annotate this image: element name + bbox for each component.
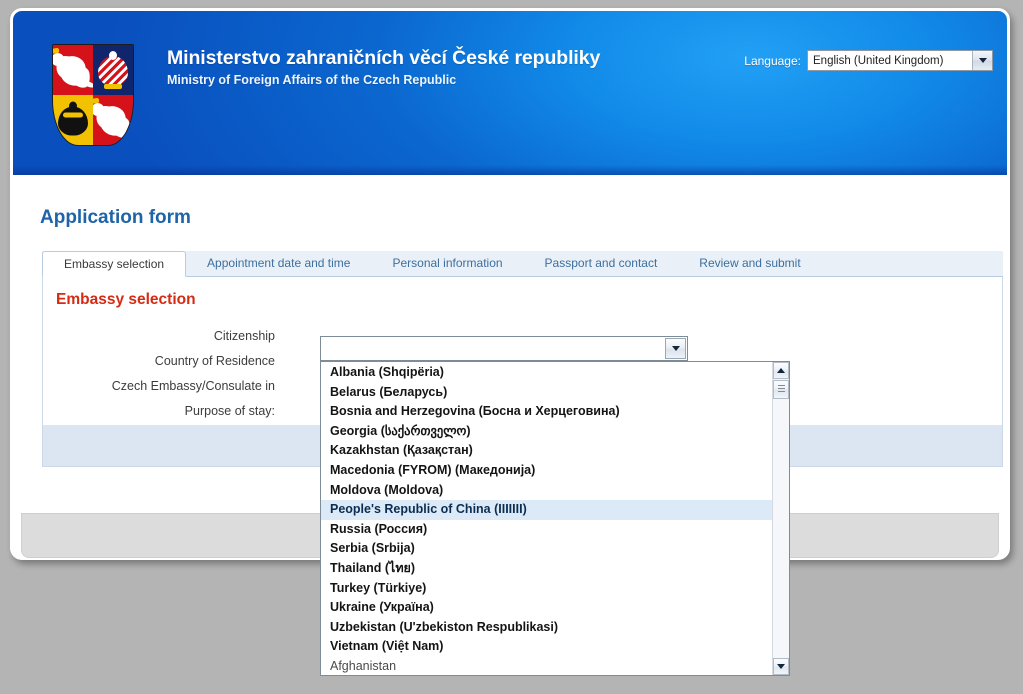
site-header: Ministerstvo zahraničních věcí České rep… — [13, 11, 1007, 175]
site-title-english: Ministry of Foreign Affairs of the Czech… — [167, 73, 457, 87]
dropdown-option[interactable]: Vietnam (Việt Nam) — [321, 637, 772, 657]
citizenship-dropdown-list[interactable]: Albania (Shqipëria) Belarus (Беларусь) B… — [320, 361, 790, 676]
site-title-block: Ministerstvo zahraničních věcí České rep… — [167, 47, 600, 87]
section-title: Embassy selection — [56, 291, 196, 308]
tab-personal-information[interactable]: Personal information — [371, 250, 523, 276]
tab-label: Personal information — [392, 256, 503, 270]
dropdown-option[interactable]: Albania (Shqipëria) — [321, 363, 772, 383]
dropdown-option[interactable]: Afghanistan — [321, 657, 772, 675]
dropdown-option[interactable]: Moldova (Moldova) — [321, 481, 772, 501]
dropdown-option[interactable]: Bosnia and Herzegovina (Босна и Херцегов… — [321, 402, 772, 422]
tab-passport-and-contact[interactable]: Passport and contact — [524, 250, 679, 276]
form-tabs: Embassy selection Appointment date and t… — [42, 251, 1003, 277]
czech-coat-of-arms-icon — [44, 34, 142, 152]
dropdown-option[interactable]: Belarus (Беларусь) — [321, 383, 772, 403]
chevron-down-icon — [671, 346, 680, 351]
scrollbar-up-button[interactable] — [773, 362, 789, 379]
label-czech-embassy-consulate-in: Czech Embassy/Consulate in — [111, 379, 275, 393]
dropdown-option[interactable]: Uzbekistan (U'zbekiston Respublikasi) — [321, 618, 772, 638]
dropdown-option[interactable]: Macedonia (FYROM) (Македонија) — [321, 461, 772, 481]
tab-label: Passport and contact — [544, 256, 658, 270]
language-label: Language: — [744, 53, 801, 68]
site-title-czech: Ministerstvo zahraničních věcí České rep… — [167, 47, 601, 69]
dropdown-option[interactable]: Serbia (Srbija) — [321, 539, 772, 559]
label-citizenship: Citizenship — [213, 329, 275, 343]
dropdown-options: Albania (Shqipëria) Belarus (Беларусь) B… — [321, 362, 772, 675]
language-select-value: English (United Kingdom) — [813, 54, 944, 67]
scrollbar-grip-icon — [778, 385, 785, 394]
tab-embassy-selection[interactable]: Embassy selection — [42, 251, 187, 277]
scrollbar-thumb[interactable] — [773, 380, 789, 399]
dropdown-option[interactable]: Turkey (Türkiye) — [321, 579, 772, 599]
tab-label: Appointment date and time — [207, 256, 351, 270]
dropdown-scrollbar[interactable] — [772, 362, 789, 675]
dropdown-option[interactable]: Georgia (საქართველო) — [321, 422, 772, 442]
dropdown-option[interactable]: Russia (Россия) — [321, 520, 772, 540]
label-country-of-residence: Country of Residence — [154, 354, 275, 368]
form-label-column: Citizenship Country of Residence Czech E… — [43, 324, 275, 424]
chevron-down-icon — [978, 58, 987, 63]
tab-review-and-submit[interactable]: Review and submit — [678, 250, 821, 276]
citizenship-dropdown-button[interactable] — [665, 338, 686, 359]
dropdown-option[interactable]: Kazakhstan (Қазақстан) — [321, 441, 772, 461]
scrollbar-down-button[interactable] — [773, 658, 789, 675]
citizenship-input[interactable] — [321, 337, 687, 360]
label-purpose-of-stay: Purpose of stay: — [184, 404, 275, 418]
page-title: Application form — [40, 207, 191, 228]
dropdown-option-highlighted[interactable]: People's Republic of China (IIIIIII) — [321, 500, 772, 520]
language-selector[interactable]: Language: English (United Kingdom) — [744, 50, 993, 71]
chevron-up-icon — [777, 368, 785, 373]
chevron-down-icon — [777, 664, 785, 669]
language-select[interactable]: English (United Kingdom) — [807, 50, 993, 71]
tab-label: Embassy selection — [64, 257, 165, 271]
citizenship-combobox[interactable] — [320, 336, 688, 361]
tab-appointment-date-and-time[interactable]: Appointment date and time — [186, 250, 371, 276]
dropdown-option[interactable]: Ukraine (Україна) — [321, 598, 772, 618]
dropdown-option[interactable]: Thailand (ไทย) — [321, 559, 772, 579]
scrollbar-track[interactable] — [773, 379, 789, 658]
language-dropdown-button[interactable] — [972, 51, 992, 70]
tab-label: Review and submit — [699, 256, 801, 270]
